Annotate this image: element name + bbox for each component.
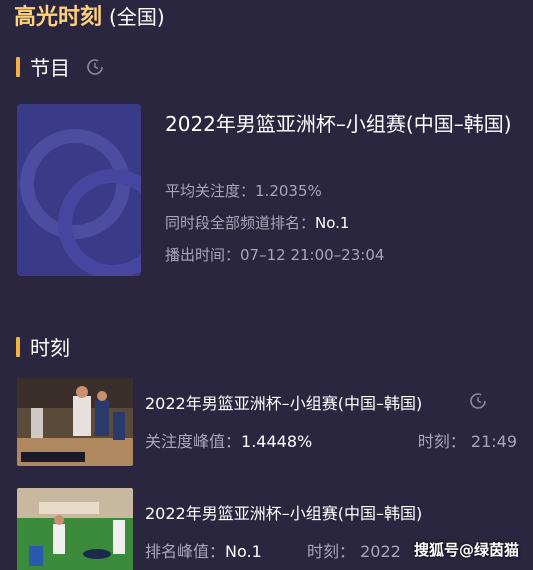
moments-section-label: 时刻	[30, 336, 70, 360]
moment-item[interactable]: 2022年男篮亚洲杯–小组赛(中国–韩国) 关注度峰值：1.4448% 时刻： …	[17, 378, 517, 466]
time-label: 时刻：	[417, 432, 466, 451]
program-thumbnail	[17, 104, 141, 276]
airtime-value: 07–12 21:00–23:04	[240, 246, 385, 264]
moments-section-header: 时刻	[16, 332, 70, 361]
metric-value: 1.4448%	[241, 432, 313, 451]
program-section-label: 节目	[30, 56, 70, 80]
program-airtime: 播出时间：07–12 21:00–23:04	[165, 244, 384, 265]
moment-thumbnail	[17, 488, 133, 570]
rank-label: 同时段全部频道排名：	[165, 214, 316, 232]
program-section-header: 节目	[16, 52, 104, 81]
avg-attention-value: 1.2035%	[255, 182, 322, 200]
program-avg-attention: 平均关注度：1.2035%	[165, 180, 322, 201]
program-rank: 同时段全部频道排名：No.1	[165, 212, 349, 233]
metric-label: 关注度峰值：	[145, 432, 242, 451]
refresh-icon[interactable]	[469, 392, 487, 410]
time-value: 21:49	[470, 432, 517, 451]
moment-title: 2022年男篮亚洲杯–小组赛(中国–韩国)	[145, 394, 423, 413]
avg-attention-label: 平均关注度：	[165, 182, 256, 200]
page-title-main: 高光时刻	[14, 5, 103, 30]
moment-thumbnail	[17, 378, 133, 466]
program-title: 2022年男篮亚洲杯–小组赛(中国–韩国)	[165, 112, 512, 136]
moment-title: 2022年男篮亚洲杯–小组赛(中国–韩国)	[145, 504, 423, 523]
page-title-scope: (全国)	[109, 5, 165, 29]
page-title: 高光时刻 (全国)	[14, 2, 165, 33]
watermark: 搜狐号@绿茵猫	[413, 541, 519, 559]
section-accent-bar	[16, 336, 20, 357]
airtime-label: 播出时间：	[165, 246, 241, 264]
moment-metric: 排名峰值：No.1	[145, 538, 262, 562]
time-label: 时刻：	[307, 542, 356, 561]
moment-time: 时刻： 21:49	[418, 428, 517, 452]
metric-value: No.1	[225, 542, 262, 561]
moment-time: 时刻： 2022	[307, 538, 401, 562]
refresh-icon[interactable]	[86, 58, 104, 76]
section-accent-bar	[16, 56, 20, 77]
time-value: 2022	[360, 542, 401, 561]
program-card[interactable]: 2022年男篮亚洲杯–小组赛(中国–韩国) 平均关注度：1.2035% 同时段全…	[17, 104, 517, 276]
moment-metric: 关注度峰值：1.4448%	[145, 428, 312, 452]
metric-label: 排名峰值：	[145, 542, 226, 561]
rank-value: No.1	[315, 214, 350, 232]
